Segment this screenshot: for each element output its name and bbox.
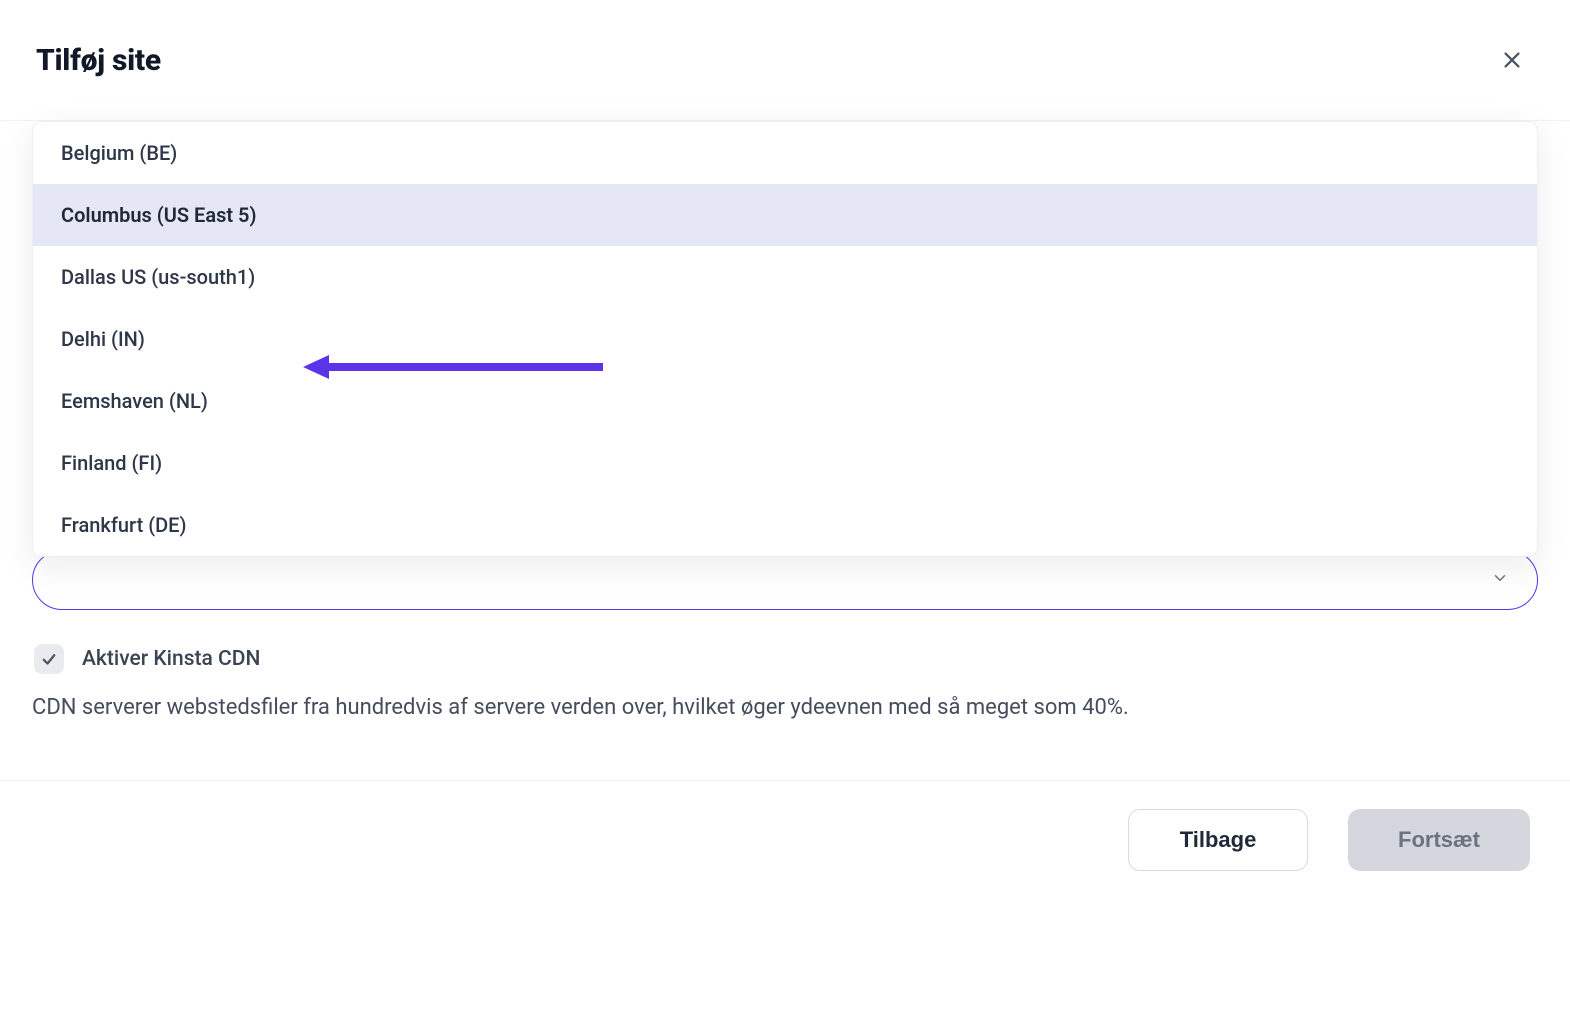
datacenter-option[interactable]: Eemshaven (NL) [33,370,1537,432]
datacenter-option-label: Frankfurt (DE) [61,513,186,537]
datacenter-option[interactable]: Delhi (IN) [33,308,1537,370]
datacenter-option[interactable]: Frankfurt (DE) [33,494,1537,556]
modal-header: Tilføj site [0,0,1570,121]
check-icon [40,650,58,668]
page-title: Tilføj site [36,43,161,78]
close-icon [1501,49,1523,71]
cdn-section: Aktiver Kinsta CDN CDN serverer websteds… [34,644,1530,724]
datacenter-option[interactable]: Belgium (BE) [33,122,1537,184]
datacenter-dropdown-panel: Belgium (BE) Columbus (US East 5) Dallas U… [32,121,1538,557]
datacenter-option[interactable]: Dallas US (us-south1) [33,246,1537,308]
close-button[interactable] [1494,42,1530,78]
cdn-description: CDN serverer webstedsfiler fra hundredvi… [32,692,1530,724]
datacenter-option-label: Finland (FI) [61,451,162,475]
datacenter-option-label: Columbus (US East 5) [61,203,257,227]
back-button[interactable]: Tilbage [1128,809,1308,871]
cdn-toggle-row: Aktiver Kinsta CDN [34,644,1530,674]
chevron-down-icon [1491,569,1509,591]
datacenter-option-label: Delhi (IN) [61,327,145,351]
datacenter-option[interactable]: Columbus (US East 5) [33,184,1537,246]
datacenter-select[interactable] [32,550,1538,610]
cdn-checkbox[interactable] [34,644,64,674]
datacenter-option-label: Belgium (BE) [61,141,177,165]
datacenter-option[interactable]: Finland (FI) [33,432,1537,494]
modal-footer: Tilbage Fortsæt [0,780,1570,899]
datacenter-option-label: Eemshaven (NL) [61,389,208,413]
datacenter-option-label: Dallas US (us-south1) [61,265,255,289]
cdn-label: Aktiver Kinsta CDN [82,647,260,671]
continue-button[interactable]: Fortsæt [1348,809,1530,871]
